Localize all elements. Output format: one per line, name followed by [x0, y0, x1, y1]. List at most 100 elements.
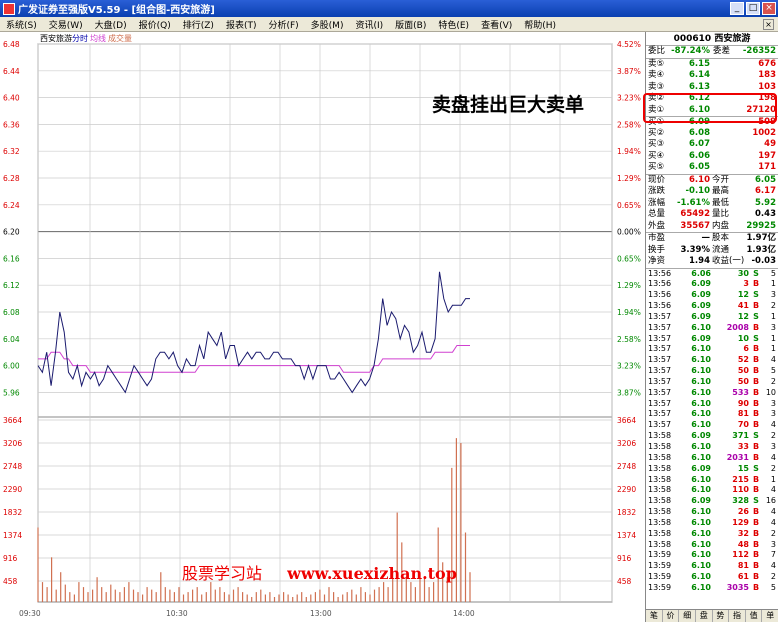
- menu-info[interactable]: 资讯(I): [349, 18, 389, 31]
- sell-row[interactable]: 卖⑤ 6.15 676: [646, 59, 778, 71]
- maximize-button[interactable]: □: [746, 2, 760, 15]
- bottom-tabs: 笔价细盘势指值单: [646, 609, 778, 622]
- pct-tick-label: 0.65%: [617, 254, 641, 263]
- tick-row: 13:58 6.10 32 B 2: [648, 528, 776, 538]
- buy-row[interactable]: 买④ 6.06 197: [646, 151, 778, 163]
- buy-row[interactable]: 买③ 6.07 49: [646, 139, 778, 151]
- pct-tick-label: 4.52%: [617, 40, 641, 49]
- tick-row: 13:58 6.10 2031 B 4: [648, 452, 776, 462]
- buy-volume: 171: [758, 162, 776, 172]
- menu-report[interactable]: 报表(T): [220, 18, 263, 31]
- chart-header-label[interactable]: 均线: [90, 33, 106, 43]
- bottom-tab[interactable]: 指: [729, 610, 746, 622]
- tick-row: 13:57 6.10 81 B 3: [648, 409, 776, 419]
- menu-rank[interactable]: 排行(Z): [177, 18, 220, 31]
- chart-header-label[interactable]: 成交量: [108, 33, 132, 43]
- price-tick-label: 6.48: [3, 40, 20, 49]
- menu-quote[interactable]: 报价(Q): [133, 18, 177, 31]
- bottom-tab[interactable]: 势: [713, 610, 730, 622]
- tick-row: 13:58 6.10 26 B 4: [648, 507, 776, 517]
- volume-tick-label-right: 916: [617, 554, 632, 563]
- menu-close-icon[interactable]: ×: [763, 18, 774, 30]
- stock-code: 000610: [673, 34, 712, 44]
- sell-label: 卖③: [648, 81, 665, 92]
- buy-row[interactable]: 买⑤ 6.05 171: [646, 162, 778, 174]
- info-block: 现价 6.10 今开 6.05 涨跌 -0.10 最高 6.17 涨幅 -1.61% 最低 5.92 总…: [646, 173, 778, 233]
- volume-tick-label-right: 458: [617, 577, 632, 586]
- price-tick-label: 6.36: [3, 120, 20, 129]
- volume-tick-label: 916: [3, 554, 18, 563]
- buy-volume: 49: [764, 139, 776, 149]
- tick-row: 13:56 6.09 12 S 3: [648, 290, 776, 300]
- menu-view[interactable]: 查看(V): [475, 18, 518, 31]
- highlight-box: [643, 93, 777, 123]
- price-tick-label: 5.96: [3, 388, 20, 397]
- close-button[interactable]: ×: [762, 2, 776, 15]
- volume-tick-label-right: 2748: [617, 462, 636, 471]
- pct-tick-label: 3.23%: [617, 362, 641, 371]
- volume-tick-label: 458: [3, 577, 18, 586]
- buy-label: 买③: [648, 139, 665, 149]
- menu-help[interactable]: 帮助(H): [518, 18, 562, 31]
- window-title: 广发证券至强版V5.59 - [组合图-西安旅游]: [18, 5, 215, 16]
- app-icon: [3, 2, 15, 15]
- tick-row: 13:57 6.10 533 B 10: [648, 387, 776, 397]
- tick-row: 13:58 6.09 371 S 2: [648, 431, 776, 441]
- tick-row: 13:58 6.10 48 B 3: [648, 539, 776, 549]
- bottom-tab[interactable]: 值: [746, 610, 763, 622]
- tick-row: 13:58 6.10 110 B 4: [648, 485, 776, 495]
- tick-row: 13:58 6.10 129 B 4: [648, 517, 776, 527]
- pct-tick-label: 3.87%: [617, 388, 641, 397]
- pct-tick-label: 0.00%: [617, 228, 641, 237]
- bottom-tab[interactable]: 盘: [696, 610, 713, 622]
- price-tick-label: 6.20: [3, 228, 20, 237]
- volume-tick-label: 1832: [3, 508, 22, 517]
- volume-tick-label: 2290: [3, 485, 22, 494]
- menu-analysis[interactable]: 分析(F): [262, 18, 304, 31]
- chart-header-label[interactable]: 西安旅游: [40, 33, 72, 43]
- menu-layout[interactable]: 版面(B): [389, 18, 432, 31]
- stock-title: 000610 西安旅游: [646, 32, 778, 46]
- tick-list[interactable]: 13:56 6.06 30 S 5 13:56 6.09 3 B 1 13:56 6.09 12 S 3 13…: [646, 267, 778, 594]
- info-row: 现价 6.10 今开 6.05: [648, 174, 776, 185]
- menu-trade[interactable]: 交易(W): [43, 18, 89, 31]
- buy-price: 6.08: [689, 127, 710, 138]
- chart-header-label[interactable]: 分时: [72, 33, 88, 43]
- menu-system[interactable]: 系统(S): [0, 18, 43, 31]
- annotation-callout: 卖盘挂出巨大卖单: [432, 94, 585, 116]
- intraday-chart[interactable]: 西安旅游 分时 均线 成交量 6.48 4.52% 6.44 3.87% 6.40 3.23% 6.…: [0, 32, 645, 622]
- tick-row: 13:57 6.10 6 B 1: [648, 344, 776, 354]
- bottom-tab[interactable]: 单: [762, 610, 778, 622]
- price-tick-label: 6.24: [3, 201, 20, 210]
- volume-tick-label-right: 2290: [617, 485, 636, 494]
- bottom-tab[interactable]: 价: [663, 610, 680, 622]
- info2-block: 市盈 — 股本 1.97亿 换手 3.39% 流通 1.93亿 净资 1.94 收益(一) -0.03: [646, 232, 778, 268]
- price-tick-label: 6.28: [3, 174, 20, 183]
- sell-label: 卖⑤: [648, 58, 665, 69]
- sell-price: 6.13: [689, 81, 710, 92]
- bottom-tab[interactable]: 笔: [646, 610, 663, 622]
- tick-row: 13:57 6.10 2008 B 3: [648, 322, 776, 332]
- minimize-button[interactable]: _: [730, 2, 744, 15]
- tick-row: 13:59 6.10 81 B 4: [648, 561, 776, 571]
- menu-multi[interactable]: 多股(M): [305, 18, 350, 31]
- volume-tick-label-right: 1832: [617, 508, 636, 517]
- buy-row[interactable]: 买② 6.08 1002: [646, 128, 778, 140]
- info-row: 外盘 35567 内盘 29925: [648, 220, 776, 231]
- info2-row: 市盈 — 股本 1.97亿: [648, 233, 776, 243]
- menu-special[interactable]: 特色(E): [432, 18, 475, 31]
- menu-market[interactable]: 大盘(D): [89, 18, 133, 31]
- pct-tick-label: 3.23%: [617, 94, 641, 103]
- window-titlebar: 广发证券至强版V5.59 - [组合图-西安旅游] _ □ ×: [0, 0, 778, 17]
- volume-tick-label: 1374: [3, 531, 22, 540]
- price-tick-label: 6.32: [3, 147, 20, 156]
- sell-row[interactable]: 卖③ 6.13 103: [646, 82, 778, 94]
- tick-row: 13:59 6.10 61 B 2: [648, 572, 776, 582]
- bottom-tab[interactable]: 细: [679, 610, 696, 622]
- info2-row: 换手 3.39% 流通 1.93亿: [648, 244, 776, 255]
- sell-row[interactable]: 卖④ 6.14 183: [646, 70, 778, 82]
- watermark-url: www.xuexizhan.top: [287, 564, 457, 583]
- info-row: 总量 65492 量比 0.43: [648, 209, 776, 219]
- price-tick-label: 6.44: [3, 67, 20, 76]
- buy-volume: 197: [758, 150, 776, 161]
